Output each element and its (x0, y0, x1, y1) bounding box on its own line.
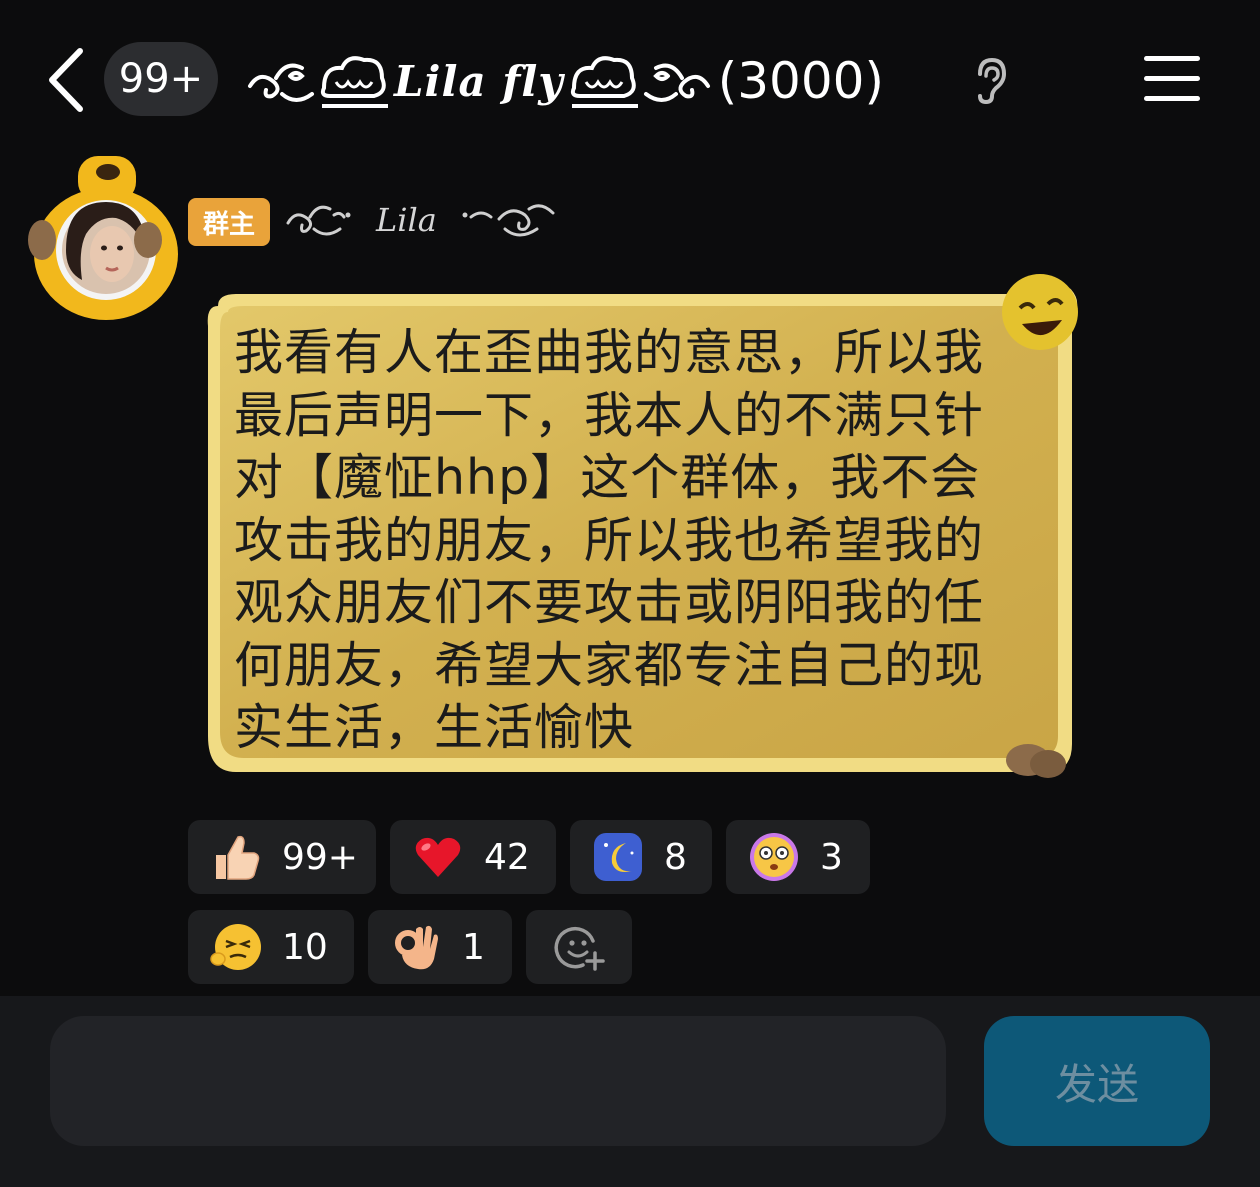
reaction-heart[interactable]: 42 (390, 820, 556, 894)
red-heart-icon (415, 837, 461, 877)
laughing-face-icon (1002, 274, 1078, 350)
swirl-ornament-icon (286, 205, 351, 236)
member-count: (3000) (717, 52, 884, 110)
swirl-ornament-icon (643, 63, 710, 102)
message-text: 我看有人在歪曲我的意思，所以我最后声明一下，我本人的不满只针对【魔怔hhp】这个… (234, 324, 985, 756)
swirl-ornament-icon (462, 204, 555, 237)
reaction-count: 8 (664, 836, 687, 878)
reaction-count: 42 (484, 836, 530, 878)
reaction-smirk-face[interactable]: 10 (188, 910, 354, 984)
group-title[interactable]: Lila fly (3000) (246, 36, 966, 126)
sender-name-text: Lila (376, 201, 437, 239)
send-button[interactable]: 发送 (984, 1016, 1210, 1146)
owner-role-badge: 群主 (188, 198, 270, 246)
cloud-ornament-icon (320, 56, 388, 108)
composer-bar: 发送 (0, 996, 1260, 1187)
reaction-moon[interactable]: 8 (570, 820, 712, 894)
cloud-ornament-icon (570, 56, 638, 108)
menu-bar (1144, 96, 1200, 101)
add-reaction-icon (554, 926, 605, 971)
reaction-count: 99+ (282, 836, 358, 878)
unread-count-badge[interactable]: 99+ (104, 42, 218, 116)
reaction-thumbs-up[interactable]: 99+ (188, 820, 376, 894)
message-bubble[interactable]: 我看有人在歪曲我的意思，所以我最后声明一下，我本人的不满只针对【魔怔hhp】这个… (196, 266, 1086, 786)
chat-header: 99+ Lila fly (3000) (0, 0, 1260, 150)
menu-bar (1144, 76, 1200, 81)
group-name: Lila fly (394, 56, 564, 106)
add-reaction-button[interactable] (526, 910, 632, 984)
back-button[interactable] (40, 44, 92, 116)
avatar-frame-icon (28, 156, 178, 320)
swirl-ornament-icon (248, 63, 314, 102)
reaction-ok-hand[interactable]: 1 (368, 910, 512, 984)
avatar[interactable] (20, 154, 180, 324)
menu-button[interactable] (1140, 52, 1204, 106)
ear-icon[interactable] (972, 56, 1008, 104)
message-input[interactable] (50, 1016, 946, 1146)
ok-hand-icon (395, 925, 438, 970)
chevron-left-icon (49, 48, 83, 112)
thumbs-up-icon (216, 835, 260, 880)
dizzy-face-icon (750, 833, 798, 881)
reaction-dizzy-face[interactable]: 3 (726, 820, 870, 894)
reaction-count: 10 (282, 926, 328, 968)
smirk-face-icon (210, 924, 261, 970)
sender-name[interactable]: Lila (284, 188, 624, 252)
hamburger-menu-icon (1144, 56, 1200, 61)
moon-night-icon (594, 833, 642, 881)
reaction-count: 1 (462, 926, 485, 968)
reaction-count: 3 (820, 836, 843, 878)
